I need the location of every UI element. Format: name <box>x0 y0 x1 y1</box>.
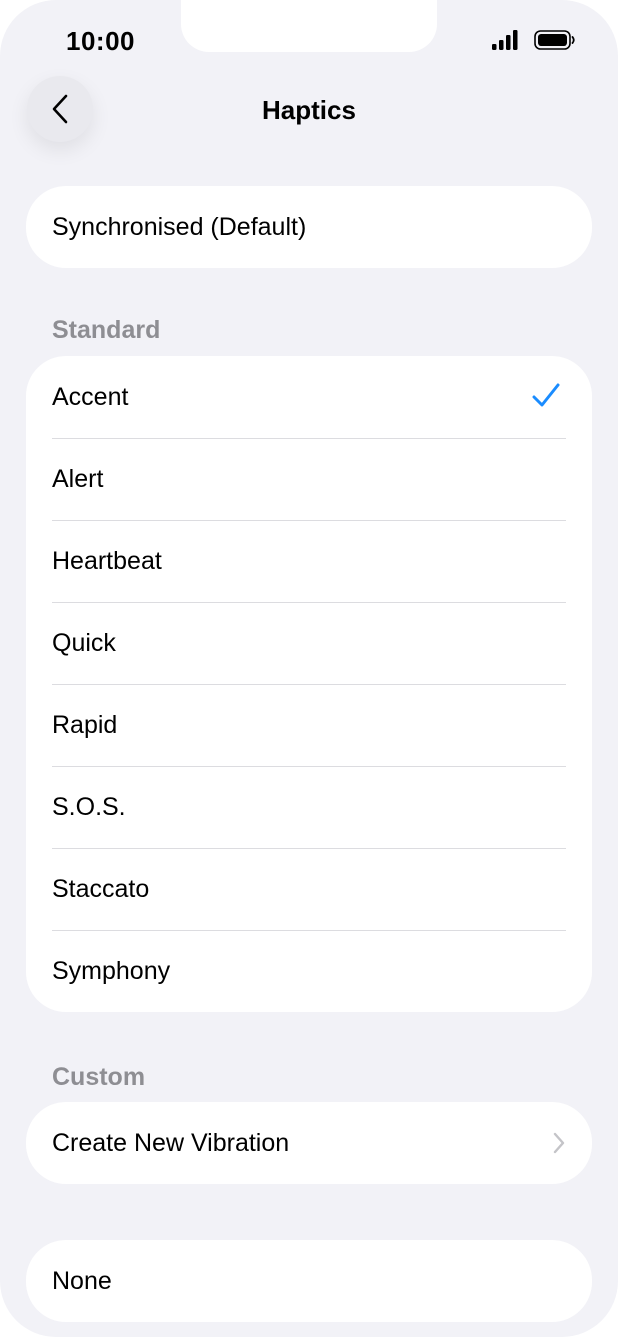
option-label: Accent <box>52 382 129 411</box>
option-none[interactable]: None <box>26 1240 592 1322</box>
option-synchronised-default[interactable]: Synchronised (Default) <box>26 186 592 268</box>
chevron-right-icon <box>553 1132 565 1154</box>
option-label: Heartbeat <box>52 546 162 575</box>
create-new-vibration-button[interactable]: Create New Vibration <box>26 1102 592 1184</box>
section-header-standard: Standard <box>52 316 161 344</box>
option-label: Create New Vibration <box>52 1128 290 1157</box>
page-title: Haptics <box>262 95 356 125</box>
notch <box>181 0 437 52</box>
option-staccato[interactable]: Staccato <box>26 848 592 930</box>
option-accent[interactable]: Accent <box>26 356 592 438</box>
signal-icon <box>492 30 518 50</box>
option-label: Symphony <box>52 956 171 985</box>
option-label: None <box>52 1266 112 1295</box>
option-label: S.O.S. <box>52 792 126 821</box>
option-alert[interactable]: Alert <box>26 438 592 520</box>
battery-icon <box>534 30 575 50</box>
option-label: Alert <box>52 464 104 493</box>
option-label: Rapid <box>52 710 118 739</box>
checkmark-icon <box>532 383 560 407</box>
standard-card: Accent Alert Heartbeat Quick Rapid S.O.S… <box>26 356 592 1012</box>
phone-screen: 10:00 Haptics Synchronised (Default) Sta… <box>0 0 618 1337</box>
status-icons <box>492 30 575 50</box>
option-quick[interactable]: Quick <box>26 602 592 684</box>
option-label: Synchronised (Default) <box>52 212 307 241</box>
option-sos[interactable]: S.O.S. <box>26 766 592 848</box>
option-label: Staccato <box>52 874 150 903</box>
section-header-custom: Custom <box>52 1063 146 1091</box>
custom-card: Create New Vibration <box>26 1102 592 1184</box>
option-symphony[interactable]: Symphony <box>26 930 592 1012</box>
option-label: Quick <box>52 628 116 657</box>
none-card: None <box>26 1240 592 1322</box>
option-heartbeat[interactable]: Heartbeat <box>26 520 592 602</box>
status-time: 10:00 <box>66 26 135 56</box>
option-rapid[interactable]: Rapid <box>26 684 592 766</box>
default-card: Synchronised (Default) <box>26 186 592 268</box>
